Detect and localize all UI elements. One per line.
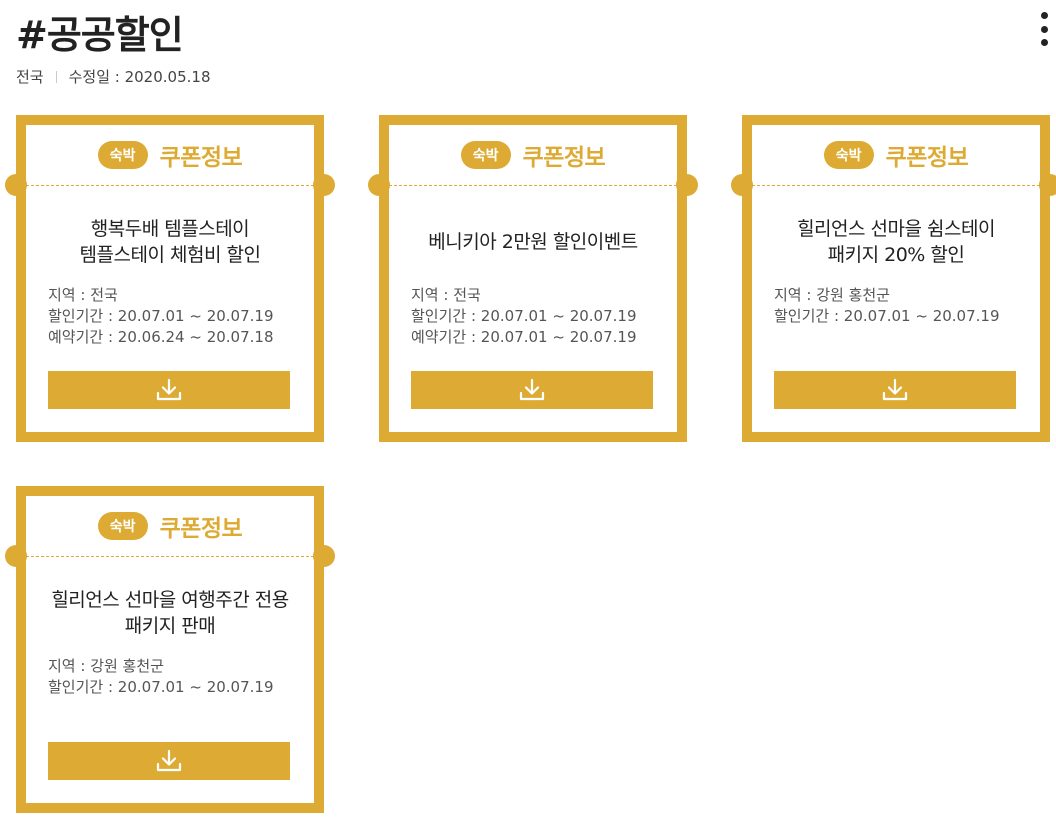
coupon-region: 지역 : 전국 <box>48 286 118 304</box>
coupon-card-header: 숙박 쿠폰정보 <box>26 125 314 185</box>
more-options-button[interactable] <box>1038 12 1050 46</box>
coupon-card: 숙박 쿠폰정보 힐리언스 선마을 여행주간 전용 패키지 판매 지역 : 강원 … <box>5 486 335 813</box>
coupon-title-line1: 힐리언스 선마을 쉼스테이 <box>797 218 995 241</box>
ticket-notch-right <box>1039 174 1056 196</box>
coupon-card-body: 숙박 쿠폰정보 힐리언스 선마을 쉼스테이 패키지 20% 할인 지역 : 강원… <box>731 125 1056 432</box>
coupon-discount-period: 할인기간 : 20.07.01 ~ 20.07.19 <box>48 307 274 325</box>
coupon-region: 지역 : 강원 홍천군 <box>774 286 890 304</box>
ticket-notch-left <box>5 174 27 196</box>
download-icon <box>882 378 908 401</box>
coupon-discount-period: 할인기간 : 20.07.01 ~ 20.07.19 <box>774 307 1000 325</box>
meta-divider <box>55 70 57 83</box>
download-icon <box>519 378 545 401</box>
coupon-info: 지역 : 전국 할인기간 : 20.07.01 ~ 20.07.19 예약기간 … <box>48 285 274 348</box>
download-coupon-button[interactable] <box>48 371 290 409</box>
coupon-title: 행복두배 템플스테이 템플스테이 체험비 할인 <box>26 213 314 273</box>
page-title: #공공할인 <box>16 13 184 57</box>
download-coupon-button[interactable] <box>48 742 290 780</box>
coupon-header-label: 쿠폰정보 <box>159 516 243 542</box>
ticket-notch-left <box>5 545 27 567</box>
coupon-header-label: 쿠폰정보 <box>522 145 606 171</box>
category-badge: 숙박 <box>460 141 511 169</box>
region-label: 전국 <box>16 68 44 86</box>
coupon-card-header: 숙박 쿠폰정보 <box>26 496 314 556</box>
page-meta: 전국 수정일 : 2020.05.18 <box>16 66 210 87</box>
ticket-notch-right <box>313 174 335 196</box>
coupon-title-line1: 힐리언스 선마을 여행주간 전용 <box>51 589 289 612</box>
category-badge: 숙박 <box>823 141 874 169</box>
coupon-card: 숙박 쿠폰정보 베니키아 2만원 할인이벤트 지역 : 전국 할인기간 : 20… <box>368 115 698 442</box>
ticket-notch-right <box>676 174 698 196</box>
coupon-title: 힐리언스 선마을 쉼스테이 패키지 20% 할인 <box>752 213 1040 273</box>
coupon-card-body: 숙박 쿠폰정보 힐리언스 선마을 여행주간 전용 패키지 판매 지역 : 강원 … <box>5 496 335 803</box>
coupon-card-header: 숙박 쿠폰정보 <box>389 125 677 185</box>
modified-date: 수정일 : 2020.05.18 <box>68 68 211 86</box>
perforation-divider <box>26 185 314 186</box>
download-icon <box>156 749 182 772</box>
coupon-card: 숙박 쿠폰정보 힐리언스 선마을 쉼스테이 패키지 20% 할인 지역 : 강원… <box>731 115 1056 442</box>
coupon-title-line2: 패키지 판매 <box>124 615 216 637</box>
coupon-discount-period: 할인기간 : 20.07.01 ~ 20.07.19 <box>48 678 274 696</box>
coupon-title-line2: 템플스테이 체험비 할인 <box>79 244 261 266</box>
coupon-card-header: 숙박 쿠폰정보 <box>752 125 1040 185</box>
coupon-info: 지역 : 전국 할인기간 : 20.07.01 ~ 20.07.19 예약기간 … <box>411 285 637 348</box>
ticket-notch-left <box>368 174 390 196</box>
coupon-title-line1: 베니키아 2만원 할인이벤트 <box>428 231 638 254</box>
coupon-card: 숙박 쿠폰정보 행복두배 템플스테이 템플스테이 체험비 할인 지역 : 전국 … <box>5 115 335 442</box>
perforation-divider <box>752 185 1040 186</box>
more-vertical-icon <box>1040 12 1048 19</box>
coupon-title: 베니키아 2만원 할인이벤트 <box>389 213 677 273</box>
coupon-region: 지역 : 강원 홍천군 <box>48 657 164 675</box>
download-coupon-button[interactable] <box>774 371 1016 409</box>
coupon-info: 지역 : 강원 홍천군 할인기간 : 20.07.01 ~ 20.07.19 <box>774 285 1000 327</box>
coupon-card-body: 숙박 쿠폰정보 베니키아 2만원 할인이벤트 지역 : 전국 할인기간 : 20… <box>368 125 698 432</box>
coupon-header-label: 쿠폰정보 <box>885 145 969 171</box>
perforation-divider <box>26 556 314 557</box>
coupon-title: 힐리언스 선마을 여행주간 전용 패키지 판매 <box>26 584 314 644</box>
category-badge: 숙박 <box>97 512 148 540</box>
ticket-notch-right <box>313 545 335 567</box>
coupon-card-body: 숙박 쿠폰정보 행복두배 템플스테이 템플스테이 체험비 할인 지역 : 전국 … <box>5 125 335 432</box>
coupon-region: 지역 : 전국 <box>411 286 481 304</box>
download-coupon-button[interactable] <box>411 371 653 409</box>
download-icon <box>156 378 182 401</box>
category-badge: 숙박 <box>97 141 148 169</box>
coupon-title-line1: 행복두배 템플스테이 <box>90 218 250 241</box>
coupon-booking-period: 예약기간 : 20.07.01 ~ 20.07.19 <box>411 328 637 346</box>
perforation-divider <box>389 185 677 186</box>
coupon-booking-period: 예약기간 : 20.06.24 ~ 20.07.18 <box>48 328 274 346</box>
coupon-info: 지역 : 강원 홍천군 할인기간 : 20.07.01 ~ 20.07.19 <box>48 656 274 698</box>
coupon-discount-period: 할인기간 : 20.07.01 ~ 20.07.19 <box>411 307 637 325</box>
coupon-header-label: 쿠폰정보 <box>159 145 243 171</box>
ticket-notch-left <box>731 174 753 196</box>
coupon-title-line2: 패키지 20% 할인 <box>827 244 965 266</box>
